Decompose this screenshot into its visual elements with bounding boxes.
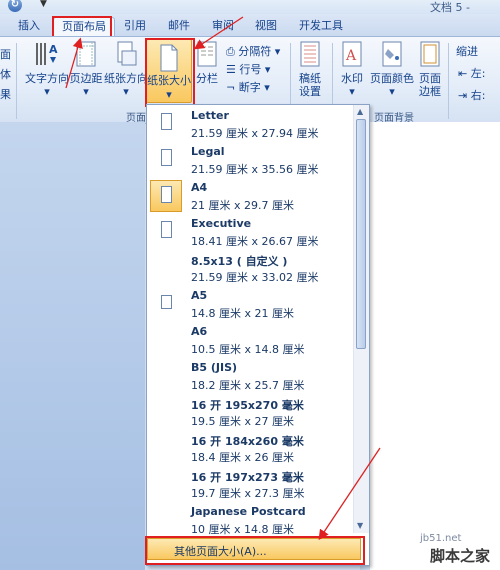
watermark-url: jb51.net bbox=[420, 533, 462, 544]
watermark-text: 脚本之家 bbox=[430, 547, 491, 565]
annotation-arrows bbox=[65, 16, 381, 541]
annotation-arrow-more bbox=[318, 447, 381, 541]
annotation-arrow-size bbox=[193, 16, 244, 50]
annotation-arrow-tab bbox=[65, 37, 83, 89]
